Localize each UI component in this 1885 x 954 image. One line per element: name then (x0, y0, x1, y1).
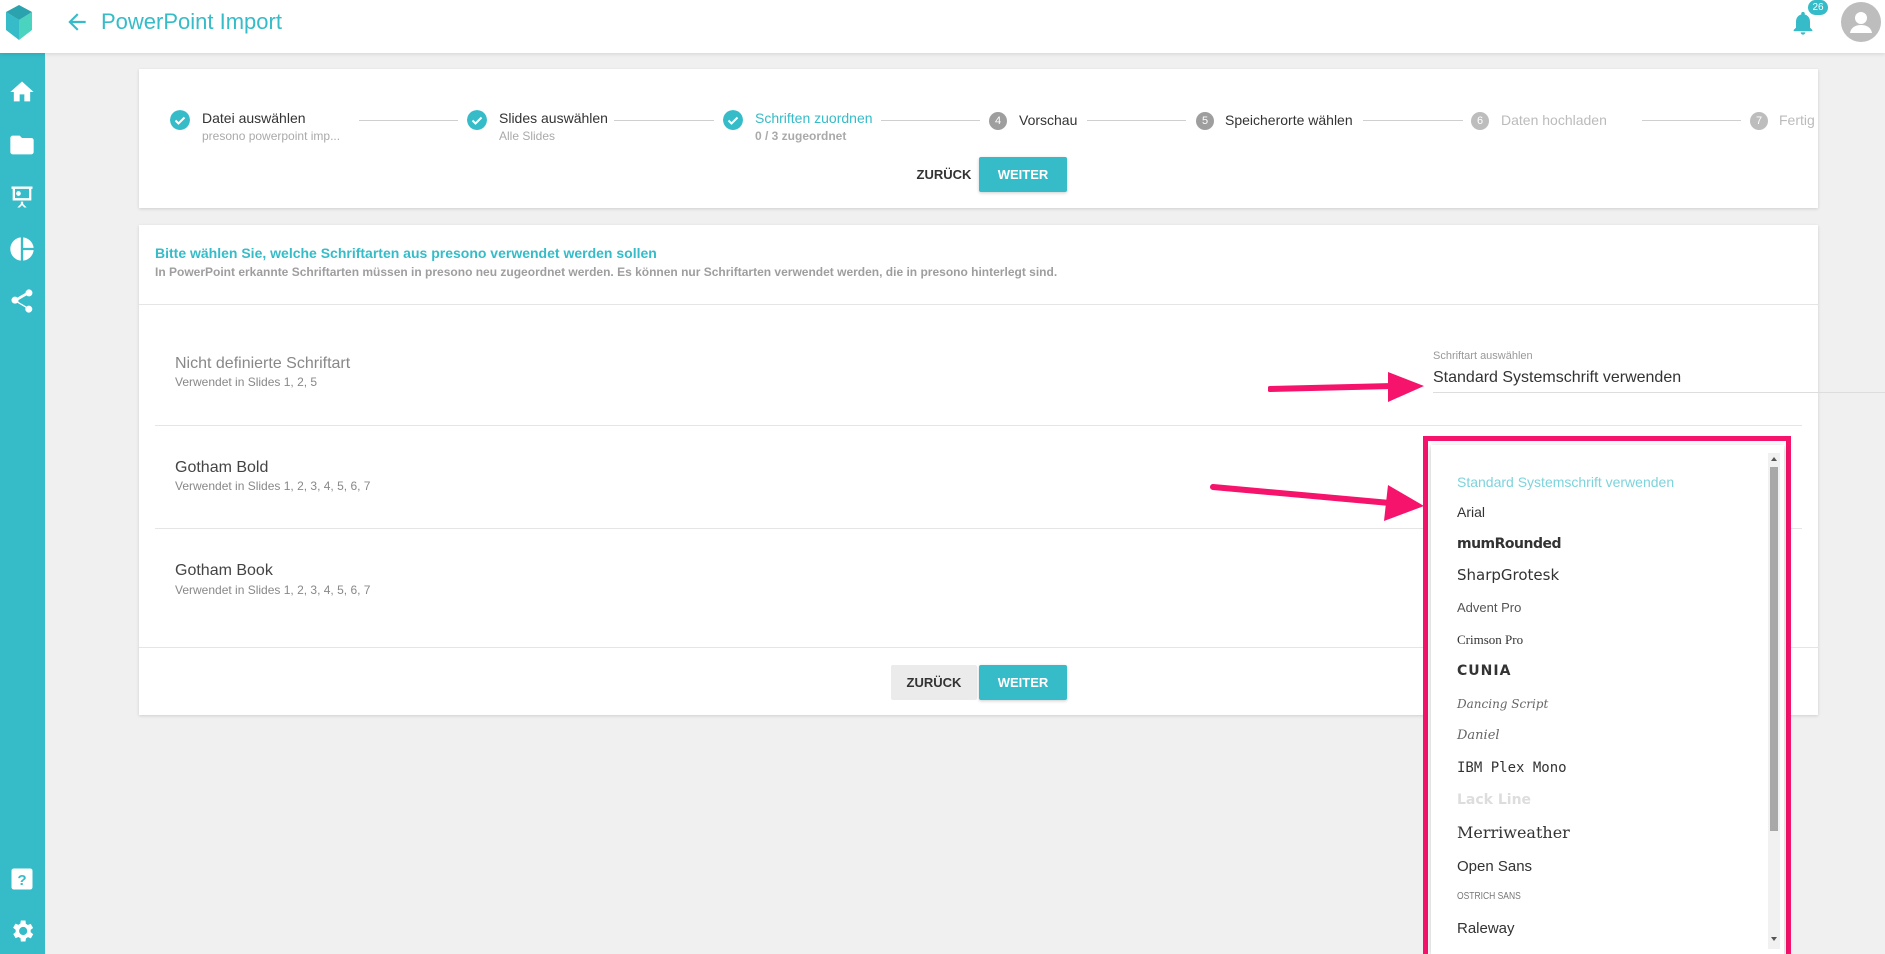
select-underline (1433, 392, 1885, 393)
check-circle-icon (467, 110, 487, 130)
stepper-card: Datei auswählen presono powerpoint imp..… (139, 69, 1818, 208)
dropdown-option[interactable]: Crimson Pro (1457, 632, 1523, 648)
dropdown-option[interactable]: Daniel (1457, 728, 1500, 743)
next-button[interactable]: WEITER (979, 157, 1067, 192)
dropdown-option[interactable]: mumRounded (1457, 536, 1562, 552)
page-title: PowerPoint Import (101, 9, 282, 34)
step-connector (1642, 120, 1741, 121)
sidebar: ? (0, 53, 45, 954)
step-title: Datei auswählen (202, 110, 306, 126)
top-bar: PowerPoint Import 26 (0, 0, 1885, 53)
gear-icon[interactable] (8, 917, 36, 945)
check-circle-icon (723, 110, 743, 130)
step-title: Schriften zuordnen (755, 110, 873, 126)
divider (139, 304, 1818, 305)
step-connector (614, 120, 714, 121)
font-dropdown-list[interactable]: Standard Systemschrift verwenden Arial m… (1431, 445, 1784, 954)
font-usage: Verwendet in Slides 1, 2, 3, 4, 5, 6, 7 (175, 583, 371, 597)
next-button-bottom[interactable]: WEITER (979, 665, 1067, 700)
check-circle-icon (170, 110, 190, 130)
step-subtitle: presono powerpoint imp... (202, 129, 341, 143)
share-icon[interactable] (8, 287, 36, 315)
home-icon[interactable] (8, 78, 36, 106)
step-number: 4 (989, 112, 1007, 130)
user-icon (1850, 12, 1872, 33)
presono-logo-icon[interactable] (0, 0, 45, 53)
step-title: Speicherorte wählen (1225, 112, 1353, 128)
section-title: Bitte wählen Sie, welche Schriftarten au… (155, 245, 657, 261)
font-usage: Verwendet in Slides 1, 2, 5 (175, 375, 318, 389)
step-title: Slides auswählen (499, 110, 608, 126)
select-label: Schriftart auswählen (1433, 350, 1533, 362)
dropdown-option[interactable]: OSTRICH SANS (1457, 891, 1521, 902)
notification-badge: 26 (1808, 0, 1828, 15)
step-number: 6 (1471, 112, 1489, 130)
divider (155, 425, 1802, 426)
step-title: Daten hochladen (1501, 112, 1607, 128)
back-button-bottom[interactable]: ZURÜCK (891, 665, 977, 700)
dropdown-option[interactable]: CUNIA (1457, 663, 1511, 679)
back-arrow-icon[interactable] (64, 9, 90, 35)
font-name: Gotham Bold (175, 459, 269, 476)
dropdown-scrollbar[interactable] (1768, 453, 1780, 949)
avatar[interactable] (1841, 2, 1881, 42)
step-connector (359, 120, 458, 121)
step-title: Vorschau (1019, 112, 1078, 128)
folder-icon[interactable] (8, 131, 36, 159)
step-number: 7 (1750, 112, 1768, 130)
font-name: Nicht definierte Schriftart (175, 355, 351, 372)
dropdown-option[interactable]: Arial (1457, 504, 1485, 520)
font-name: Gotham Book (175, 562, 273, 579)
scroll-up-icon[interactable] (1771, 457, 1777, 461)
svg-text:?: ? (17, 872, 26, 889)
step-number: 5 (1196, 112, 1214, 130)
section-description: In PowerPoint erkannte Schriftarten müss… (155, 265, 1058, 279)
annotation-arrow (1268, 372, 1424, 402)
dropdown-option[interactable]: SharpGrotesk (1457, 566, 1559, 584)
dropdown-option[interactable]: Dancing Script (1457, 697, 1548, 711)
dropdown-option[interactable]: Standard Systemschrift verwenden (1457, 474, 1674, 490)
pie-chart-icon[interactable] (8, 235, 36, 263)
scroll-thumb[interactable] (1770, 467, 1778, 831)
dropdown-option[interactable]: Lack Line (1457, 792, 1531, 808)
dropdown-option[interactable]: Raleway (1457, 920, 1515, 937)
step-connector (1363, 120, 1463, 121)
step-connector (1087, 120, 1186, 121)
dropdown-option[interactable]: IBM Plex Mono (1457, 760, 1567, 776)
step-subtitle: Alle Slides (499, 129, 556, 143)
dropdown-option[interactable]: Advent Pro (1457, 600, 1521, 615)
presentation-icon[interactable] (8, 183, 36, 211)
scroll-down-icon[interactable] (1771, 937, 1777, 941)
step-connector (881, 120, 980, 121)
annotation-arrow (1210, 484, 1424, 521)
dropdown-option[interactable]: Open Sans (1457, 858, 1532, 875)
help-icon[interactable]: ? (8, 865, 36, 893)
step-title: Fertig (1779, 112, 1815, 128)
dropdown-option[interactable]: Merriweather (1457, 823, 1570, 842)
step-subtitle: 0 / 3 zugeordnet (755, 129, 847, 143)
back-button[interactable]: ZURÜCK (901, 157, 987, 192)
font-select[interactable]: Standard Systemschrift verwenden (1433, 369, 1681, 387)
font-usage: Verwendet in Slides 1, 2, 3, 4, 5, 6, 7 (175, 479, 371, 493)
